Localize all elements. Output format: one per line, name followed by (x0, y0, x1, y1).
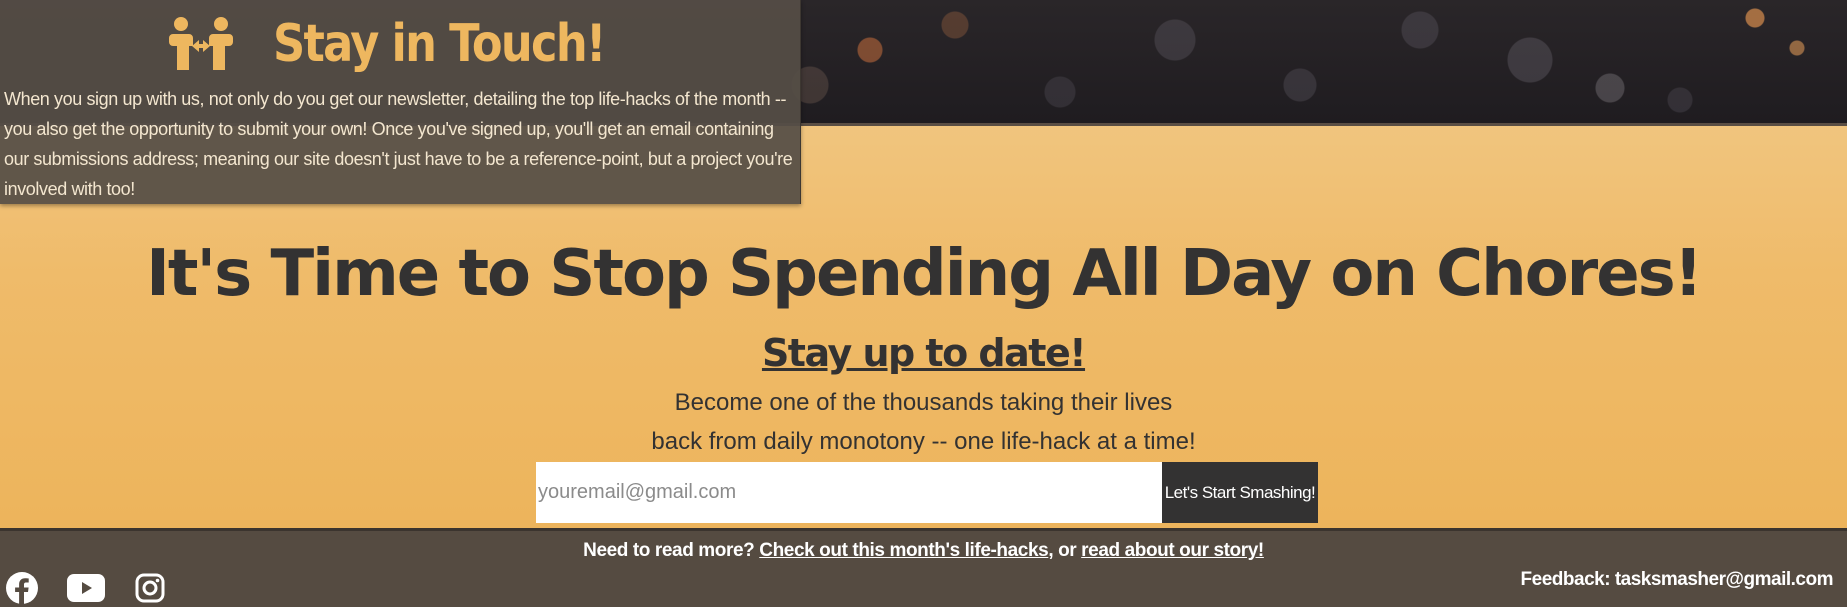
social-links (4, 570, 194, 606)
stay-in-touch-heading: Stay in Touch! (0, 6, 800, 82)
instagram-icon[interactable] (132, 570, 168, 606)
newsletter-signup-form: Let's Start Smashing! (536, 462, 1318, 523)
stay-in-touch-title: Stay in Touch! (273, 14, 606, 74)
email-input[interactable] (536, 462, 1162, 523)
page-headline: It's Time to Stop Spending All Day on Ch… (146, 237, 1703, 311)
stay-in-touch-description: When you sign up with us, not only do yo… (4, 89, 793, 199)
lifehacks-link[interactable]: Check out this month's life-hacks (759, 540, 1048, 561)
our-story-link[interactable]: read about our story! (1081, 540, 1264, 561)
footer-links-prefix: Need to read more? (583, 540, 755, 561)
footer-links: Need to read more? Check out this month'… (0, 540, 1847, 562)
youtube-icon[interactable] (66, 570, 106, 606)
start-smashing-button[interactable]: Let's Start Smashing! (1162, 462, 1318, 523)
footer: Need to read more? Check out this month'… (0, 528, 1847, 607)
tagline: Become one of the thousands taking their… (0, 383, 1847, 461)
feedback-email[interactable]: tasksmasher@gmail.com (1615, 569, 1834, 590)
tagline-line-1: Become one of the thousands taking their… (674, 389, 1173, 416)
footer-links-joiner: , or (1048, 540, 1077, 561)
feedback-contact: Feedback: tasksmasher@gmail.com (1520, 569, 1834, 591)
people-arrows-icon (169, 17, 234, 70)
stay-in-touch-panel: Stay in Touch! When you sign up with us,… (0, 0, 801, 204)
stay-up-to-date-heading: Stay up to date! (761, 331, 1087, 375)
tagline-line-2: back from daily monotony -- one life-hac… (651, 428, 1196, 455)
facebook-icon[interactable] (4, 570, 40, 606)
feedback-label: Feedback: (1520, 569, 1611, 590)
